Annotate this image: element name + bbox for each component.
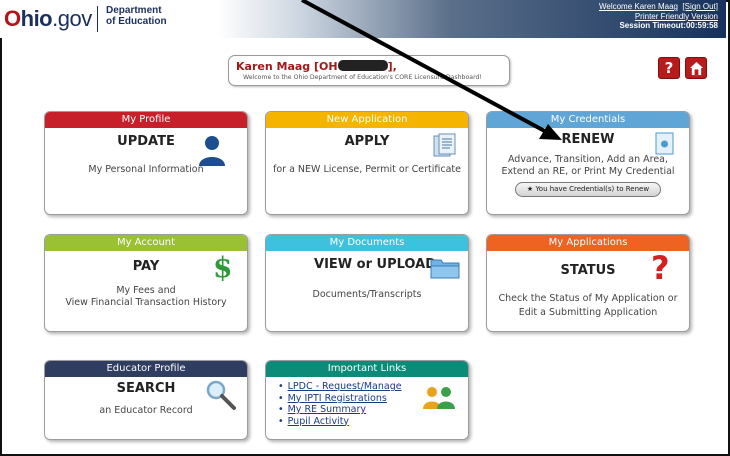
document-icon	[433, 133, 456, 157]
home-icon	[689, 61, 703, 76]
tile-my-documents[interactable]: My Documents VIEW or UPLOAD Documents/Tr…	[265, 234, 469, 332]
tile-title: VIEW or UPLOAD	[314, 257, 436, 272]
tile-header: Educator Profile	[45, 361, 247, 377]
tile-description-line1: Check the Status of My Application or	[498, 293, 678, 304]
link-item-pupil-activity[interactable]: • Pupil Activity	[278, 416, 402, 428]
important-links-list: • LPDC - Request/Manage • My IPTI Registra…	[278, 381, 402, 427]
help-button[interactable]: ?	[658, 57, 680, 79]
redacted-id	[337, 60, 388, 71]
link-item-ipti[interactable]: • My IPTI Registrations	[278, 393, 402, 405]
welcome-user-link[interactable]: Welcome Karen Maag	[599, 2, 678, 11]
welcome-box: Karen Maag [OH], Welcome to the Ohio Dep…	[228, 55, 510, 86]
welcome-message: Welcome to the Ohio Department of Educat…	[243, 74, 482, 81]
tile-header: My Credentials	[487, 112, 689, 128]
tile-important-links: Important Links • LPDC - Request/Manage •…	[265, 360, 469, 440]
site-header: Ohio.gov Department of Education Welcome…	[0, 0, 726, 38]
header-user-menu: Welcome Karen Maag [Sign Out] Printer Fr…	[599, 2, 718, 31]
person-icon	[199, 136, 225, 166]
session-timeout: Session Timeout:00:59:58	[619, 21, 718, 30]
tile-educator-profile[interactable]: Educator Profile SEARCH an Educator Reco…	[44, 360, 248, 440]
department-label: Department of Education	[106, 5, 167, 27]
tile-header: My Account	[45, 235, 247, 251]
tile-my-credentials[interactable]: My Credentials RENEW Advance, Transition…	[486, 111, 690, 215]
printer-friendly-link[interactable]: Printer Friendly Version	[635, 12, 718, 21]
tile-header: Important Links	[266, 361, 468, 377]
link-item-lpdc[interactable]: • LPDC - Request/Manage	[278, 381, 402, 393]
ohio-gov-logo[interactable]: Ohio.gov	[4, 6, 92, 32]
tile-new-application[interactable]: New Application APPLY for a NEW License,…	[265, 111, 469, 215]
sign-out-link[interactable]: [Sign Out]	[682, 2, 718, 11]
folder-icon	[430, 259, 460, 279]
tile-my-applications[interactable]: My Applications STATUS Check the Status …	[486, 234, 690, 332]
tile-description-line2: View Financial Transaction History	[65, 297, 227, 308]
tile-my-account[interactable]: My Account PAY My Fees and View Financia…	[44, 234, 248, 332]
logo-divider	[97, 6, 98, 32]
people-icon	[423, 387, 455, 409]
tile-description: Documents/Transcripts	[312, 289, 422, 300]
tile-description-line1: My Fees and	[116, 285, 176, 296]
home-button[interactable]	[685, 57, 707, 79]
tile-description-line2: Extend an RE, or Print My Credential	[501, 166, 675, 177]
tile-description: for a NEW License, Permit or Certificate	[273, 164, 461, 175]
renew-credentials-button[interactable]: ★ You have Credential(s) to Renew	[515, 182, 661, 197]
tile-header: New Application	[266, 112, 468, 128]
tile-header: My Profile	[45, 112, 247, 128]
magnifier-icon	[206, 380, 236, 410]
tile-my-profile[interactable]: My Profile UPDATE My Personal Informatio…	[44, 111, 248, 215]
user-name: Karen Maag [OH],	[236, 60, 397, 73]
certificate-icon	[655, 132, 674, 155]
tile-header: My Documents	[266, 235, 468, 251]
link-item-re-summary[interactable]: • My RE Summary	[278, 404, 402, 416]
help-icon: ?	[664, 59, 674, 77]
dollar-icon: $	[213, 251, 233, 284]
question-mark-icon: ?	[651, 249, 670, 287]
tile-description-line2: Edit a Submitting Application	[518, 307, 658, 318]
